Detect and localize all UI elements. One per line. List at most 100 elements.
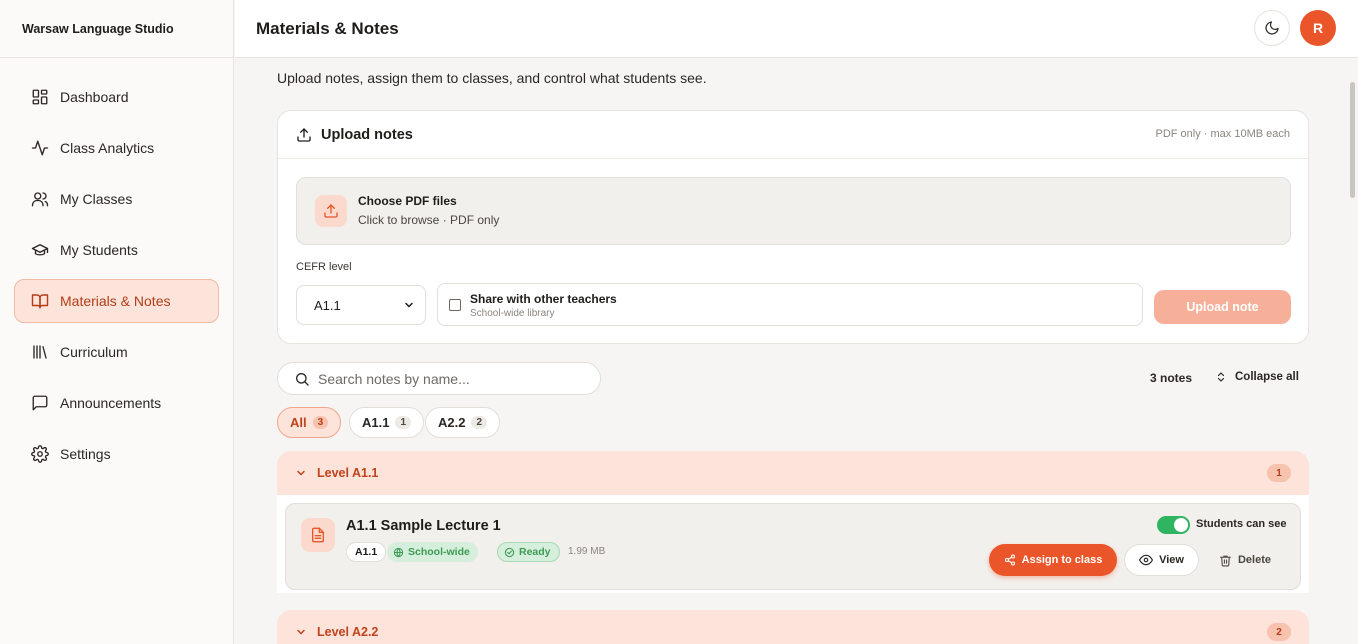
dropzone-icon-box bbox=[315, 195, 347, 227]
level-group-title: Level A2.2 bbox=[317, 625, 379, 639]
sidebar-item-my-students[interactable]: My Students bbox=[14, 228, 219, 272]
search-icon bbox=[296, 372, 309, 386]
sidebar-item-class-analytics[interactable]: Class Analytics bbox=[14, 126, 219, 170]
delete-button[interactable]: Delete bbox=[1210, 544, 1280, 576]
collapse-all-label: Collapse all bbox=[1235, 371, 1299, 383]
note-card: A1.1 Sample Lecture 1 A1.1 School-wide R… bbox=[285, 503, 1301, 590]
dropzone-subtitle: Click to browse · PDF only bbox=[358, 213, 500, 227]
notes-count: 3 notes bbox=[1150, 371, 1193, 385]
file-icon-box bbox=[301, 518, 335, 552]
share-title: Share with other teachers bbox=[470, 292, 617, 306]
view-button[interactable]: View bbox=[1124, 544, 1199, 576]
level-group-header[interactable]: Level A2.2 bbox=[277, 610, 1309, 644]
filter-chip-label: A1.1 bbox=[362, 415, 390, 430]
filter-chip-a1-1[interactable]: A1.1 1 bbox=[349, 407, 425, 438]
note-status-badge: Ready bbox=[497, 542, 560, 562]
chevron-down-icon bbox=[297, 470, 305, 476]
level-group-header[interactable]: Level A1.1 bbox=[277, 451, 1309, 495]
chevron-down-icon bbox=[297, 629, 305, 635]
delete-label: Delete bbox=[1237, 554, 1272, 566]
cefr-level-label: CEFR level bbox=[296, 261, 352, 273]
view-label: View bbox=[1159, 554, 1184, 566]
cefr-level-select[interactable]: A1.1 bbox=[296, 285, 426, 325]
sidebar-item-dashboard[interactable]: Dashboard bbox=[14, 75, 219, 119]
brand-name: Warsaw Language Studio bbox=[0, 0, 233, 58]
page-title: Materials & Notes bbox=[256, 18, 399, 38]
chevrons-up-down-icon bbox=[1217, 372, 1225, 382]
globe-icon bbox=[393, 547, 404, 557]
sidebar-item-label: Curriculum bbox=[60, 344, 128, 360]
note-scope-label: School-wide bbox=[408, 546, 470, 558]
upload-card: Upload notes PDF only · max 10MB each Ch… bbox=[277, 110, 1309, 344]
share-subtitle: School-wide library bbox=[470, 308, 555, 319]
graduation-cap-icon bbox=[31, 244, 49, 256]
check-circle-icon bbox=[504, 547, 515, 557]
level-group-count: 1 bbox=[1267, 464, 1291, 482]
collapse-all-button[interactable]: Collapse all bbox=[1215, 371, 1299, 383]
library-icon bbox=[33, 345, 47, 359]
filter-chip-all[interactable]: All 3 bbox=[277, 407, 342, 438]
main-content: Upload notes, assign them to classes, an… bbox=[235, 58, 1358, 644]
sidebar-item-label: My Classes bbox=[60, 191, 133, 207]
search-box[interactable] bbox=[277, 362, 601, 395]
upload-icon bbox=[324, 204, 338, 218]
share-checkbox[interactable] bbox=[449, 299, 461, 311]
moon-icon bbox=[1265, 21, 1279, 35]
filter-chip-label: All bbox=[290, 415, 307, 430]
assign-to-class-label: Assign to class bbox=[1021, 554, 1103, 566]
level-group-count: 2 bbox=[1267, 623, 1291, 641]
share-with-teachers-option[interactable]: Share with other teachers School-wide li… bbox=[437, 283, 1143, 326]
note-scope-badge: School-wide bbox=[387, 542, 478, 562]
filter-chip-a2-2[interactable]: A2.2 2 bbox=[425, 407, 501, 438]
upload-card-title: Upload notes bbox=[321, 126, 413, 143]
sidebar-item-announcements[interactable]: Announcements bbox=[14, 381, 219, 425]
sidebar-nav: Dashboard Class Analytics My Classes My … bbox=[0, 58, 233, 476]
upload-note-button[interactable]: Upload note bbox=[1154, 290, 1291, 324]
pdf-dropzone[interactable]: Choose PDF files Click to browse · PDF o… bbox=[296, 177, 1291, 245]
trash-icon bbox=[1220, 555, 1231, 566]
gear-icon bbox=[31, 445, 49, 463]
level-group-body: A1.1 Sample Lecture 1 A1.1 School-wide R… bbox=[277, 495, 1309, 593]
upload-hint: PDF only · max 10MB each bbox=[1155, 128, 1291, 140]
scrollbar[interactable] bbox=[1350, 82, 1355, 198]
file-text-icon bbox=[312, 527, 324, 543]
page-subtitle: Upload notes, assign them to classes, an… bbox=[277, 70, 707, 86]
students-can-see-label: Students can see bbox=[1196, 518, 1287, 530]
sidebar-item-my-classes[interactable]: My Classes bbox=[14, 177, 219, 221]
assign-to-class-button[interactable]: Assign to class bbox=[989, 544, 1117, 576]
note-file-size: 1.99 MB bbox=[568, 546, 606, 557]
sidebar-item-settings[interactable]: Settings bbox=[14, 432, 219, 476]
level-group-title: Level A1.1 bbox=[317, 466, 379, 480]
note-level-badge: A1.1 bbox=[346, 542, 387, 562]
sidebar-item-curriculum[interactable]: Curriculum bbox=[14, 330, 219, 374]
filter-chip-count: 2 bbox=[471, 416, 488, 429]
activity-icon bbox=[31, 140, 49, 156]
cefr-level-value: A1.1 bbox=[314, 297, 341, 313]
filter-chip-count: 3 bbox=[312, 416, 329, 429]
eye-icon bbox=[1139, 554, 1154, 566]
share-icon bbox=[1004, 554, 1015, 566]
sidebar-item-label: Materials & Notes bbox=[60, 293, 171, 309]
filter-chip-count: 1 bbox=[395, 416, 412, 429]
search-input[interactable] bbox=[318, 370, 578, 387]
sidebar-item-label: Class Analytics bbox=[60, 140, 155, 156]
dropzone-title: Choose PDF files bbox=[358, 194, 457, 208]
users-icon bbox=[31, 192, 49, 207]
note-status-label: Ready bbox=[519, 546, 551, 558]
sidebar-item-materials-notes[interactable]: Materials & Notes bbox=[14, 279, 219, 323]
sidebar-item-label: Dashboard bbox=[60, 89, 129, 105]
sidebar-item-label: My Students bbox=[60, 242, 138, 258]
level-group-a2-2: Level A2.2 2 bbox=[277, 610, 1309, 644]
filter-chip-label: A2.2 bbox=[438, 415, 466, 430]
upload-icon bbox=[297, 127, 311, 142]
sidebar: Warsaw Language Studio Dashboard Class A… bbox=[0, 0, 234, 644]
theme-toggle-button[interactable] bbox=[1254, 10, 1290, 46]
dashboard-icon bbox=[32, 89, 48, 105]
top-header: Materials & Notes R bbox=[235, 0, 1358, 58]
avatar[interactable]: R bbox=[1300, 10, 1336, 46]
sidebar-item-label: Settings bbox=[60, 446, 111, 462]
students-can-see-toggle[interactable] bbox=[1157, 516, 1190, 534]
level-group-a1-1: Level A1.1 1 A1.1 Sample Lecture 1 A1.1 … bbox=[277, 451, 1309, 593]
book-open-icon bbox=[31, 294, 49, 309]
chevron-down-icon bbox=[405, 302, 413, 308]
